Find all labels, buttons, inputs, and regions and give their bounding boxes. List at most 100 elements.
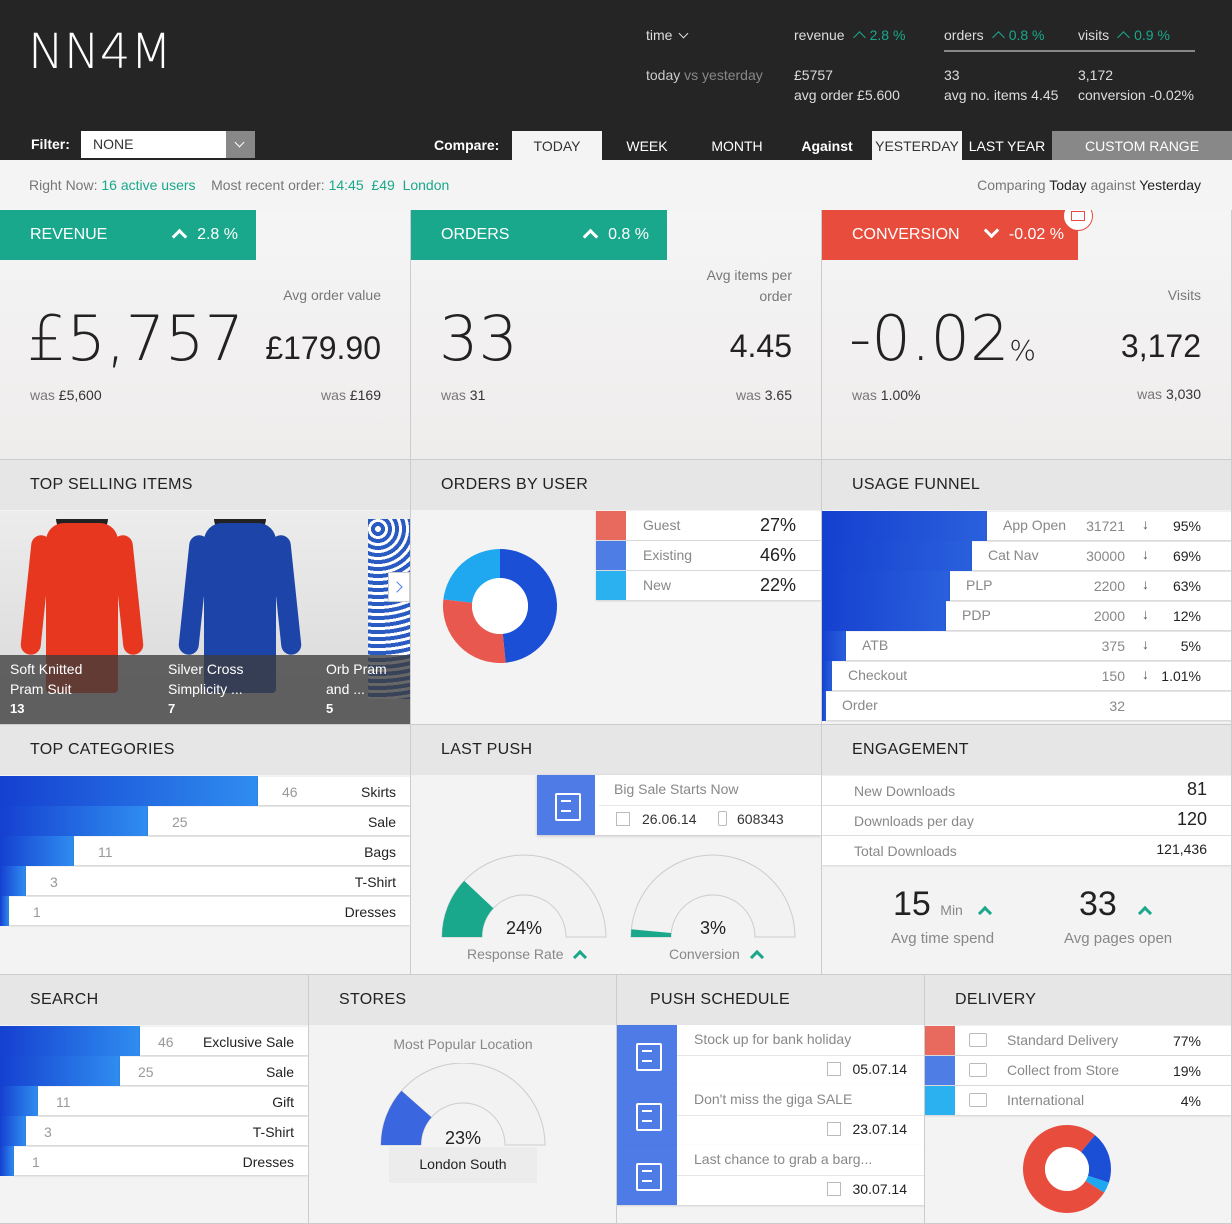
- push-conversion-label: Conversion: [669, 946, 764, 965]
- avg-items-label-2: order: [759, 288, 792, 304]
- avg-items-label-1: Avg items per: [706, 267, 792, 283]
- orders-by-user-row: New 22%: [596, 571, 821, 600]
- compare-month-button[interactable]: MONTH: [692, 131, 782, 160]
- list-bar: [0, 1086, 38, 1116]
- funnel-label: App Open: [1003, 517, 1067, 533]
- chevron-down-icon[interactable]: [226, 131, 255, 158]
- list-label: Gift: [272, 1094, 294, 1110]
- funnel-row: App Open 31721 ↓ 95%: [822, 511, 1231, 541]
- list-row[interactable]: 3 T-Shirt: [26, 1117, 308, 1145]
- list-row[interactable]: 46 Exclusive Sale: [140, 1027, 308, 1055]
- was-value: 31: [469, 387, 486, 403]
- push-schedule-title: PUSH SCHEDULE: [617, 975, 924, 1025]
- avg-items: avg no. items 4.45: [944, 87, 1059, 103]
- top-categories-list: 46 Skirts 25 Sale 11 Bags 3 T-Shirt 1 Dresses: [0, 776, 410, 974]
- engagement-row: Downloads per day 120: [822, 806, 1231, 835]
- list-count: 1: [33, 904, 41, 920]
- list-row[interactable]: 11 Bags: [74, 837, 410, 865]
- airplane-icon: [969, 1093, 987, 1107]
- compare-today-button[interactable]: TODAY: [512, 131, 602, 160]
- legend-value: 22%: [759, 575, 796, 595]
- recent-time: 14:45: [328, 177, 364, 193]
- product-count: 7: [168, 701, 176, 716]
- engagement-value: 121,436: [1156, 841, 1207, 857]
- list-row[interactable]: 1 Dresses: [14, 1147, 308, 1175]
- push-schedule-row[interactable]: Last chance to grab a barg... 30.07.14: [617, 1145, 924, 1205]
- list-count: 11: [98, 844, 113, 860]
- filter-select[interactable]: NONE: [81, 131, 255, 158]
- revenue-metric-header[interactable]: revenue 2.8 %: [794, 27, 905, 44]
- period-today: today: [646, 67, 681, 83]
- top-selling-panel: TOP SELLING ITEMS Soft Knitted Pram Suit 1…: [0, 460, 411, 725]
- funnel-count: 32: [1109, 698, 1125, 714]
- custom-range-button[interactable]: CUSTOM RANGE: [1052, 131, 1232, 160]
- funnel-row: PDP 2000 ↓ 12%: [822, 601, 1231, 631]
- up-arrow-icon: [852, 31, 866, 44]
- push-schedule-row[interactable]: Stock up for bank holiday 05.07.14: [617, 1025, 924, 1085]
- avg-items-label: Avg items per order: [707, 267, 792, 309]
- time-number: 15: [893, 885, 931, 923]
- funnel-pct: 1.01%: [1161, 668, 1201, 684]
- product-card[interactable]: Soft Knitted Pram Suit 13: [0, 511, 163, 724]
- caret-up-icon: [171, 228, 188, 245]
- list-label: Sale: [367, 814, 396, 830]
- note-icon: [537, 775, 595, 835]
- last-push-card[interactable]: Big Sale Starts Now 26.06.14 608343: [537, 775, 821, 835]
- conversion-was: was 1.00%: [852, 387, 921, 403]
- list-row[interactable]: 46 Skirts: [258, 777, 410, 805]
- was-value: £5,600: [58, 387, 102, 403]
- orders-card-header: ORDERS 0.8 %: [411, 210, 667, 260]
- list-row[interactable]: 11 Gift: [38, 1087, 308, 1115]
- orders-value: 33: [439, 302, 518, 375]
- orders-metric-header[interactable]: orders 0.8 %: [944, 27, 1045, 44]
- push-schedule-date: 23.07.14: [852, 1121, 908, 1137]
- push-schedule-message: Don't miss the giga SALE: [694, 1091, 853, 1107]
- product-name-line2: and ...: [326, 681, 365, 697]
- funnel-bar: [822, 601, 946, 631]
- funnel-pct: 95%: [1172, 518, 1201, 534]
- list-row[interactable]: 25 Sale: [148, 807, 410, 835]
- product-card[interactable]: Silver Cross Simplicity ... 7: [158, 511, 321, 724]
- list-row[interactable]: 1 Dresses: [9, 897, 410, 925]
- funnel-row-bg: [846, 632, 1231, 660]
- funnel-label: Order: [842, 697, 878, 713]
- stores-subtitle: Most Popular Location: [393, 1036, 533, 1052]
- engagement-label: Downloads per day: [854, 813, 974, 829]
- list-label: Skirts: [361, 784, 396, 800]
- down-arrow-icon: ↓: [1142, 606, 1149, 622]
- comparing-c: against: [1090, 177, 1136, 193]
- against-yesterday-button[interactable]: YESTERDAY: [872, 131, 962, 160]
- avg-time-value: 15 Min: [893, 885, 993, 924]
- calendar-icon: [616, 812, 630, 826]
- funnel-count: 2000: [1093, 608, 1125, 624]
- orders-by-user-title: ORDERS BY USER: [411, 460, 821, 510]
- product-card[interactable]: Orb Pram and ... 5: [316, 511, 410, 724]
- delivery-value: 4%: [1180, 1093, 1201, 1109]
- list-count: 3: [44, 1124, 52, 1140]
- delivery-title: DELIVERY: [925, 975, 1231, 1025]
- revenue-change-value: 2.8 %: [197, 226, 238, 243]
- response-rate-label: Response Rate: [467, 946, 588, 965]
- list-row[interactable]: 25 Sale: [120, 1057, 308, 1085]
- compare-week-button[interactable]: WEEK: [602, 131, 692, 160]
- time-selector[interactable]: time: [646, 27, 689, 43]
- top-bar: NN4M time today vs yesterday revenue 2.8 …: [0, 0, 1232, 160]
- delivery-value: 19%: [1172, 1063, 1201, 1079]
- usage-funnel-list: App Open 31721 ↓ 95% Cat Nav 30000 ↓ 69% PLP 2200…: [822, 511, 1231, 724]
- legend-value: 27%: [759, 515, 796, 535]
- time-period: today vs yesterday: [646, 67, 763, 83]
- up-arrow-icon: [749, 949, 764, 965]
- against-last-year-button[interactable]: LAST YEAR: [962, 131, 1052, 160]
- time-unit: Min: [940, 902, 963, 918]
- delivery-panel: DELIVERY Standard Delivery 77% Collect fro…: [925, 975, 1232, 1224]
- push-schedule-row[interactable]: Don't miss the giga SALE 23.07.14: [617, 1085, 924, 1145]
- visits-metric-header[interactable]: visits 0.9 %: [1078, 27, 1170, 44]
- status-bar: Right Now: 16 active users Most recent o…: [0, 160, 1232, 210]
- conversion-card: CONVERSION -0.02 % -0.02% was 1.00% Visit…: [822, 210, 1232, 460]
- funnel-row: Checkout 150 ↓ 1.01%: [822, 661, 1231, 691]
- carousel-next-arrow-icon[interactable]: [388, 572, 410, 602]
- note-icon: [617, 1085, 677, 1145]
- funnel-pct: 12%: [1172, 608, 1201, 624]
- product-count: 5: [326, 701, 334, 716]
- list-row[interactable]: 3 T-Shirt: [26, 867, 410, 895]
